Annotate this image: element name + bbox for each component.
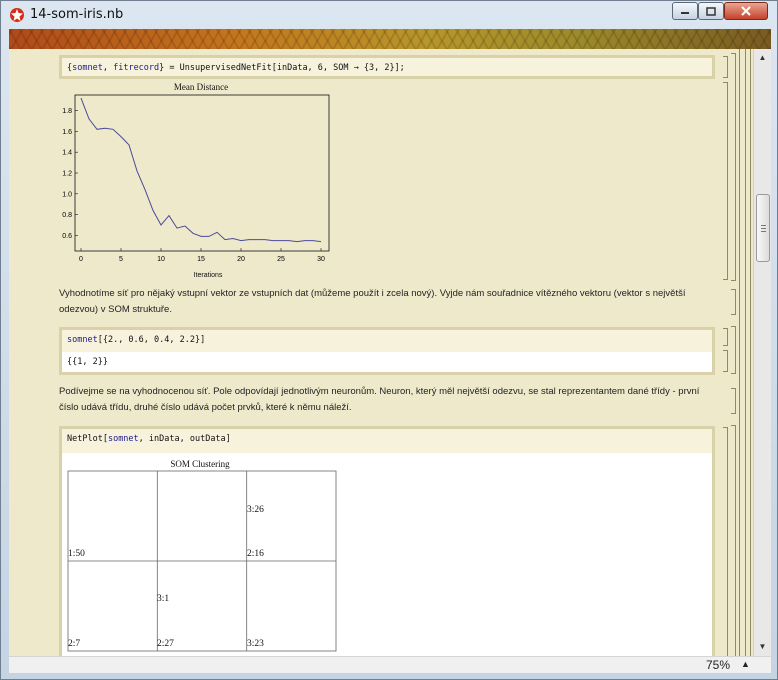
input-code-3[interactable]: NetPlot[somnet, inData, outData] [67, 434, 231, 444]
cell-bracket[interactable] [731, 289, 736, 315]
mathematica-app-icon [10, 8, 24, 22]
som-clustering-plot: SOM Clustering 3:26 1:50 2:16 3:1 2:7 2:… [67, 459, 337, 652]
input-code-1[interactable]: {somnet, fitrecord} = UnsupervisedNetFit… [67, 63, 405, 73]
window-title: 14-som-iris.nb [30, 7, 124, 22]
som-label-3-23: 3:23 [247, 639, 264, 649]
plot-title: Mean Distance [174, 82, 228, 92]
cell-bracket[interactable] [723, 56, 728, 78]
cell-bracket-group[interactable] [731, 425, 736, 656]
som-label-3-26: 3:26 [247, 505, 264, 515]
cell-bracket[interactable] [723, 328, 728, 346]
som-label-1-50: 1:50 [68, 549, 85, 559]
scroll-thumb[interactable] [756, 194, 770, 262]
x-tick-label: 25 [277, 256, 285, 263]
x-tick-label: 10 [157, 256, 165, 263]
close-button[interactable] [724, 2, 768, 20]
minimize-button[interactable] [672, 2, 698, 20]
som-plot-title: SOM Clustering [170, 459, 230, 469]
y-tick-label: 1.0 [62, 191, 72, 198]
output-area-2: {{1, 2}} [62, 352, 712, 372]
section-bracket-line[interactable] [750, 49, 751, 656]
scroll-down-arrow-icon[interactable]: ▼ [754, 638, 771, 655]
section-bracket-line[interactable] [745, 49, 746, 656]
scroll-up-arrow-icon[interactable]: ▲ [754, 49, 771, 66]
cell-bracket[interactable] [731, 388, 736, 414]
input-cell-1[interactable]: {somnet, fitrecord} = UnsupervisedNetFit… [59, 55, 715, 79]
som-label-3-1: 3:1 [157, 594, 169, 604]
y-tick-label: 0.8 [62, 212, 72, 219]
text-cell-2[interactable]: Podívejme se na vyhodnocenou síť. Pole o… [59, 384, 719, 416]
notebook-content[interactable]: {somnet, fitrecord} = UnsupervisedNetFit… [9, 49, 753, 656]
title-bar[interactable]: 14-som-iris.nb [1, 1, 777, 28]
maximize-button[interactable] [698, 2, 724, 20]
y-tick-label: 0.6 [62, 233, 72, 240]
input-code-2[interactable]: somnet[{2., 0.6, 0.4, 2.2}] [67, 335, 205, 345]
status-bar: 75% ▲ [9, 656, 771, 673]
som-label-2-16: 2:16 [247, 549, 264, 559]
maximize-icon [706, 6, 716, 16]
plot-frame [74, 94, 330, 252]
notebook-window: 14-som-iris.nb {somnet, fitrecord} = Uns… [0, 0, 778, 680]
y-tick-label: 1.8 [62, 108, 72, 115]
zoom-level[interactable]: 75% [706, 658, 730, 672]
som-label-2-7: 2:7 [68, 639, 80, 649]
mean-distance-line [80, 97, 322, 243]
cell-bracket-group[interactable] [731, 326, 736, 374]
y-tick-label: 1.2 [62, 171, 72, 178]
close-icon [741, 6, 751, 16]
output-area-3: SOM Clustering 3:26 1:50 2:16 3:1 2:7 2:… [62, 453, 712, 656]
minimize-icon [681, 12, 689, 14]
y-tick-label: 1.6 [62, 129, 72, 136]
som-label-2-27: 2:27 [157, 639, 174, 649]
x-tick-label: 0 [79, 256, 83, 263]
vertical-scrollbar[interactable]: ▲ ▼ [753, 49, 771, 656]
x-axis-ticks: 0 5 10 15 20 25 30 [79, 248, 325, 263]
x-axis-label: Iterations [194, 272, 223, 279]
cell-bracket[interactable] [723, 82, 728, 280]
x-tick-label: 30 [317, 256, 325, 263]
mean-distance-plot: Mean Distance 0 5 10 15 20 25 30 0.6 0.8 1.0 1.2 1… [62, 82, 330, 279]
cell-bracket-group[interactable] [731, 53, 736, 281]
zoom-up-arrow-icon[interactable]: ▲ [741, 659, 750, 669]
text-cell-1[interactable]: Vyhodnotíme síť pro nějaký vstupní vekto… [59, 286, 719, 318]
x-tick-label: 20 [237, 256, 245, 263]
y-tick-label: 1.4 [62, 150, 72, 157]
cell-bracket[interactable] [723, 350, 728, 372]
notebook-banner [9, 29, 771, 49]
input-cell-3[interactable]: NetPlot[somnet, inData, outData] SOM Clu… [59, 426, 715, 656]
output-value-2: {{1, 2}} [67, 357, 108, 367]
section-bracket-line[interactable] [739, 49, 740, 656]
x-tick-label: 15 [197, 256, 205, 263]
cell-bracket[interactable] [723, 427, 728, 656]
input-cell-2[interactable]: somnet[{2., 0.6, 0.4, 2.2}] {{1, 2}} [59, 327, 715, 375]
y-axis-ticks: 0.6 0.8 1.0 1.2 1.4 1.6 1.8 [62, 108, 78, 240]
x-tick-label: 5 [119, 256, 123, 263]
